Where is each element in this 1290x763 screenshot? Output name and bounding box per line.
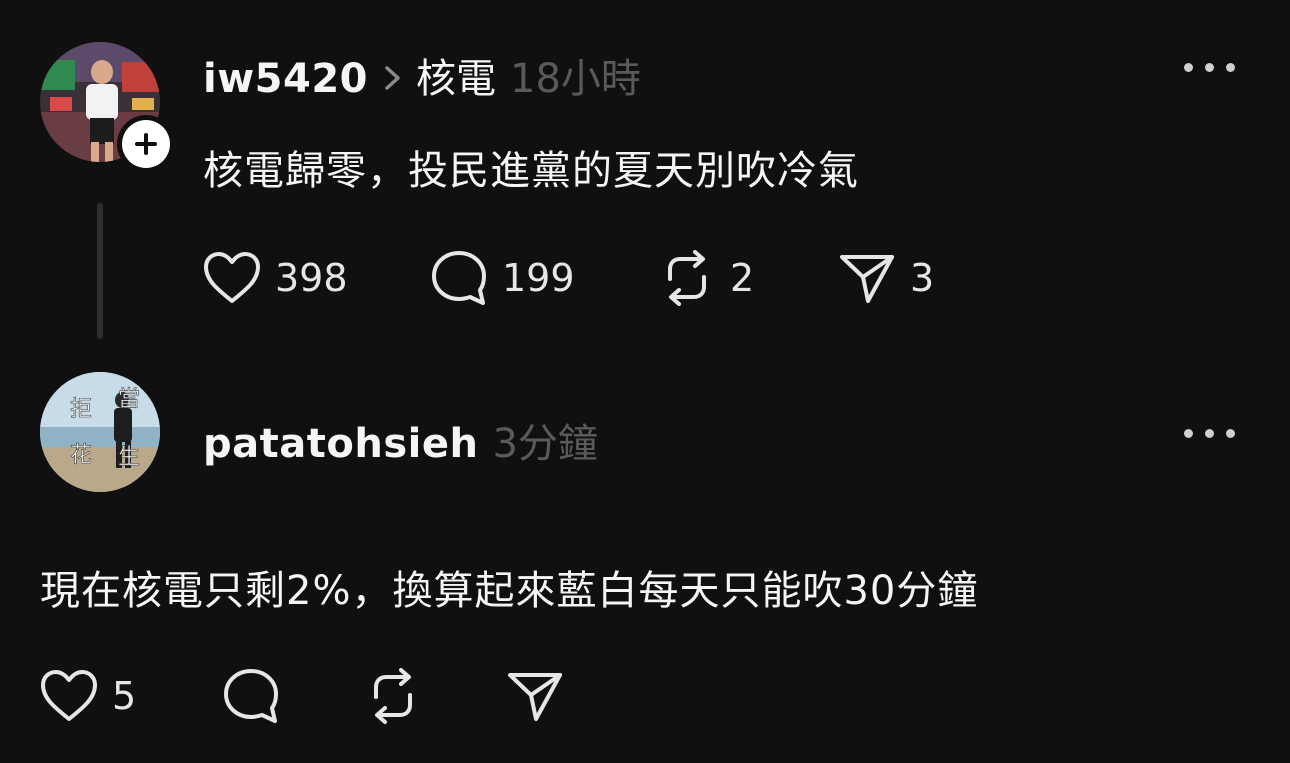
username[interactable]: iw5420 bbox=[203, 56, 368, 102]
repost-icon bbox=[374, 668, 412, 724]
more-options-button[interactable] bbox=[1184, 426, 1240, 440]
reply-button[interactable]: 199 bbox=[430, 248, 575, 308]
share-button[interactable] bbox=[506, 666, 564, 726]
like-button[interactable]: 5 bbox=[40, 666, 136, 726]
like-button[interactable]: 398 bbox=[203, 248, 348, 308]
follow-button[interactable] bbox=[117, 115, 175, 173]
like-count: 398 bbox=[275, 256, 348, 300]
post-time: 18小時 bbox=[510, 56, 641, 102]
share-count: 3 bbox=[910, 256, 935, 300]
comment-icon bbox=[224, 669, 278, 723]
thread-line bbox=[97, 203, 103, 339]
share-button[interactable]: 3 bbox=[838, 248, 934, 308]
avatar-patatohsieh[interactable]: 拒 當 花 生 bbox=[40, 372, 160, 492]
repost-button[interactable] bbox=[364, 666, 422, 726]
heart-icon bbox=[41, 670, 97, 721]
send-icon bbox=[840, 255, 894, 303]
reply-time: 3分鐘 bbox=[492, 421, 598, 467]
repost-count: 2 bbox=[730, 256, 755, 300]
post-text: 核電歸零，投民進黨的夏天別吹冷氣 bbox=[203, 148, 859, 194]
username[interactable]: patatohsieh bbox=[203, 421, 478, 467]
heart-icon bbox=[204, 252, 260, 303]
avatar-char: 花 bbox=[70, 443, 92, 468]
chevron-right-icon bbox=[378, 58, 408, 98]
reply-count: 199 bbox=[502, 256, 575, 300]
repost-button[interactable]: 2 bbox=[658, 248, 754, 308]
reply-button[interactable] bbox=[222, 666, 280, 726]
post-header: iw5420 核電 18小時 bbox=[203, 46, 641, 104]
repost-icon bbox=[668, 250, 706, 306]
more-options-button[interactable] bbox=[1184, 60, 1240, 74]
avatar-char: 生 bbox=[118, 445, 140, 470]
comment-icon bbox=[432, 251, 486, 305]
reply-text: 現在核電只剩2%，換算起來藍白每天只能吹30分鐘 bbox=[40, 568, 979, 614]
avatar-char: 當 bbox=[118, 387, 140, 412]
topic-tag[interactable]: 核電 bbox=[416, 46, 496, 104]
plus-icon bbox=[122, 120, 170, 168]
like-count: 5 bbox=[112, 674, 137, 718]
send-icon bbox=[508, 673, 562, 721]
reply-header: patatohsieh 3分鐘 bbox=[203, 411, 598, 469]
avatar-char: 拒 bbox=[70, 397, 92, 422]
